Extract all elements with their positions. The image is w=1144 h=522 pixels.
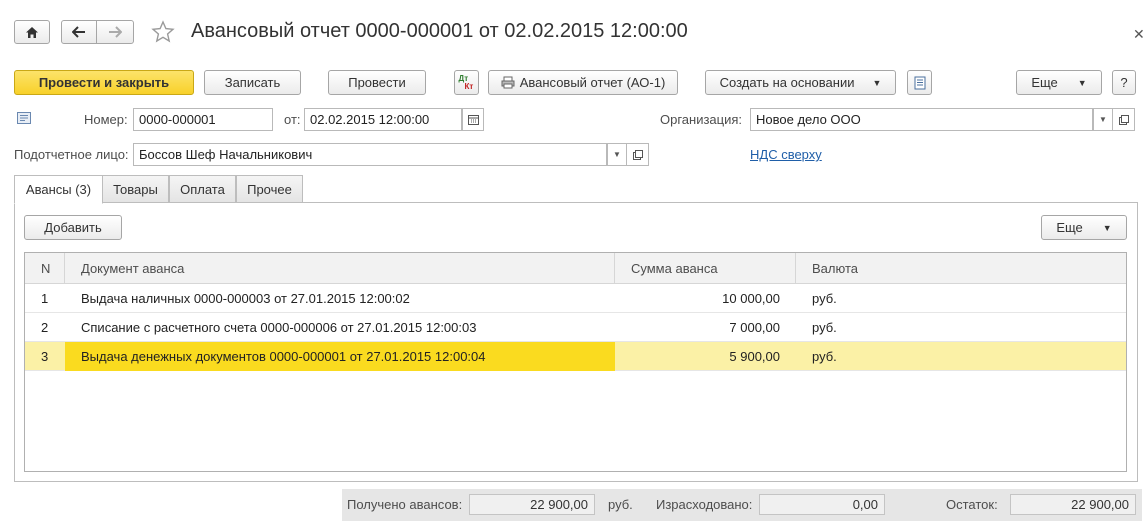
tab-advances[interactable]: Авансы (3) [14,175,103,204]
table-row[interactable]: 1 Выдача наличных 0000-000003 от 27.01.2… [25,284,1126,313]
table-more-button[interactable]: Еще ▼ [1041,215,1127,240]
date-label: от: [284,112,301,127]
tab-goods[interactable]: Товары [102,175,169,203]
close-icon[interactable]: ✕ [1133,26,1144,43]
create-based-on-button[interactable]: Создать на основании ▼ [705,70,896,95]
cell-document: Выдача наличных 0000-000003 от 27.01.201… [81,291,410,306]
kt-label: Кт [464,81,474,91]
more-actions-label: Еще [1031,75,1058,90]
table-row[interactable]: 2 Списание с расчетного счета 0000-00000… [25,313,1126,342]
vat-link[interactable]: НДС сверху [750,147,822,162]
cell-sum: 10 000,00 [722,291,780,306]
column-header-sum[interactable]: Сумма аванса [615,253,796,284]
column-header-currency[interactable]: Валюта [796,253,1126,284]
table-header: N Документ аванса Сумма аванса Валюта [25,253,1126,284]
cell-document: Списание с расчетного счета 0000-000006 … [81,320,477,335]
home-button[interactable] [14,20,50,44]
cell-currency: руб. [812,291,837,306]
chevron-down-icon: ▼ [1077,77,1087,88]
more-actions-button[interactable]: Еще ▼ [1016,70,1102,95]
totals-bar: Получено авансов: 22 900,00 руб. Израсхо… [342,489,1142,521]
column-header-document[interactable]: Документ аванса [65,253,615,284]
post-button[interactable]: Провести [328,70,426,95]
chevron-down-icon: ▼ [1099,115,1107,124]
person-open-button[interactable] [627,143,649,166]
table-row-selected[interactable]: 3 Выдача денежных документов 0000-000001… [25,342,1126,371]
star-icon[interactable] [151,20,175,47]
printer-icon [501,76,515,89]
print-button[interactable]: Авансовый отчет (АО-1) [488,70,678,95]
open-form-icon [1118,114,1129,125]
cell-sum: 7 000,00 [729,320,780,335]
tab-other[interactable]: Прочее [236,175,303,203]
report-button[interactable] [907,70,932,95]
create-based-on-label: Создать на основании [719,75,855,90]
add-button[interactable]: Добавить [24,215,122,240]
accountable-person-field[interactable]: Боссов Шеф Начальникович [133,143,607,166]
arrow-left-icon [72,26,85,38]
organization-field[interactable]: Новое дело ООО [750,108,1093,131]
cell-document: Выдача денежных документов 0000-000001 о… [65,342,615,371]
document-list-icon [914,76,925,89]
number-field[interactable]: 0000-000001 [133,108,273,131]
calendar-icon [467,114,479,125]
organization-label: Организация: [660,112,743,127]
person-dropdown-button[interactable]: ▼ [607,143,627,166]
forward-button[interactable] [96,20,134,44]
dt-kt-icon: Дт Кт [458,74,476,92]
spent-value: 0,00 [759,494,885,515]
date-field[interactable]: 02.02.2015 12:00:00 [304,108,462,131]
help-button[interactable]: ? [1112,70,1136,95]
accountable-person-label: Подотчетное лицо: [14,147,129,162]
balance-value: 22 900,00 [1010,494,1136,515]
save-button[interactable]: Записать [204,70,301,95]
post-and-close-button[interactable]: Провести и закрыть [14,70,194,95]
arrow-right-icon [109,26,122,38]
dt-kt-button[interactable]: Дт Кт [454,70,479,95]
open-form-icon [632,149,643,160]
received-label: Получено авансов: [347,497,463,512]
cell-currency: руб. [812,320,837,335]
organization-open-button[interactable] [1113,108,1135,131]
advances-table[interactable]: N Документ аванса Сумма аванса Валюта 1 … [24,252,1127,472]
tab-payment[interactable]: Оплата [169,175,236,203]
spent-label: Израсходовано: [656,497,753,512]
chevron-down-icon: ▼ [613,150,621,159]
page-title: Авансовый отчет 0000-000001 от 02.02.201… [191,20,688,42]
cell-sum: 5 900,00 [729,349,780,364]
home-icon [26,26,38,38]
back-button[interactable] [61,20,97,44]
document-info-icon[interactable] [17,112,31,127]
cell-n: 3 [41,349,49,364]
chevron-down-icon: ▼ [872,77,882,88]
calendar-button[interactable] [462,108,484,131]
number-label: Номер: [84,112,128,127]
table-more-label: Еще [1056,220,1083,235]
print-label: Авансовый отчет (АО-1) [519,75,666,90]
organization-dropdown-button[interactable]: ▼ [1093,108,1113,131]
cell-n: 1 [41,291,49,306]
balance-label: Остаток: [946,497,998,512]
received-value: 22 900,00 [469,494,595,515]
received-currency: руб. [608,497,633,512]
cell-n: 2 [41,320,49,335]
chevron-down-icon: ▼ [1102,222,1112,233]
cell-currency: руб. [812,349,837,364]
column-header-n[interactable]: N [25,253,65,284]
